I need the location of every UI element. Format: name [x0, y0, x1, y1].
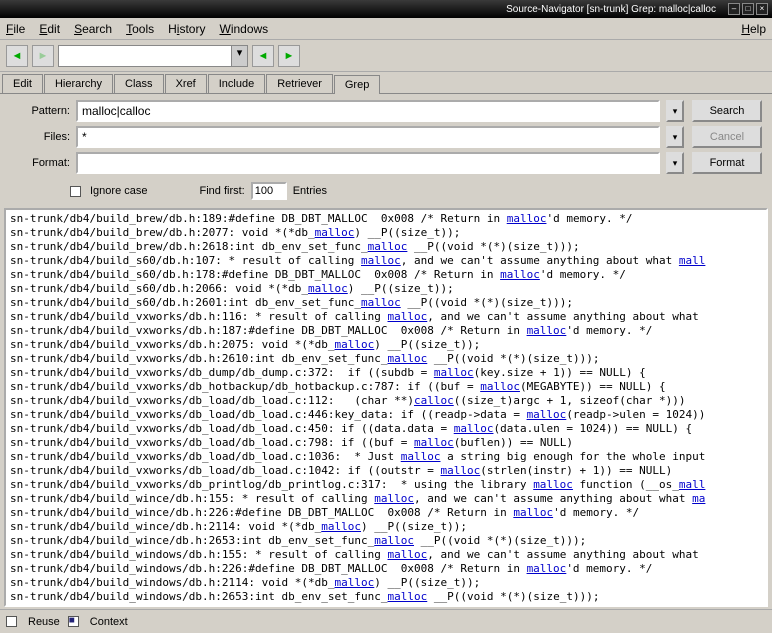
tabs: Edit Hierarchy Class Xref Include Retrie…: [0, 72, 772, 94]
tab-include[interactable]: Include: [208, 74, 265, 93]
menu-tools[interactable]: Tools: [126, 22, 154, 36]
results-pane[interactable]: sn-trunk/db4/build_brew/db.h:189:#define…: [4, 208, 768, 607]
tab-retriever[interactable]: Retriever: [266, 74, 333, 93]
pattern-label: Pattern:: [10, 105, 70, 117]
options-row: Ignore case Find first: Entries: [0, 180, 772, 206]
minimize-icon[interactable]: –: [728, 3, 740, 15]
chevron-down-icon[interactable]: ▾: [231, 46, 247, 66]
ignore-case-checkbox[interactable]: [70, 186, 81, 197]
tab-xref[interactable]: Xref: [165, 74, 207, 93]
next-icon[interactable]: ►: [278, 45, 300, 67]
context-label: Context: [90, 616, 128, 628]
window-title: Source-Navigator [sn-trunk] Grep: malloc…: [506, 4, 716, 15]
find-first-input[interactable]: [251, 182, 287, 200]
format-label: Format:: [10, 157, 70, 169]
close-icon[interactable]: ×: [756, 3, 768, 15]
statusbar: Reuse Context: [0, 609, 772, 633]
pattern-input[interactable]: [76, 100, 660, 122]
menu-windows[interactable]: Windows: [219, 22, 268, 36]
titlebar: Source-Navigator [sn-trunk] Grep: malloc…: [0, 0, 772, 18]
format-button[interactable]: Format: [692, 152, 762, 174]
search-form: Pattern: ▾ Search Files: ▾ Cancel Format…: [0, 94, 772, 180]
menu-edit[interactable]: Edit: [39, 22, 60, 36]
history-combo[interactable]: ▾: [58, 45, 248, 67]
menu-history[interactable]: History: [168, 22, 205, 36]
pattern-dropdown-icon[interactable]: ▾: [666, 100, 684, 122]
format-dropdown-icon[interactable]: ▾: [666, 152, 684, 174]
reuse-label: Reuse: [28, 616, 60, 628]
menu-search[interactable]: Search: [74, 22, 112, 36]
back-icon[interactable]: ◄: [6, 45, 28, 67]
maximize-icon[interactable]: □: [742, 3, 754, 15]
toolbar: ◄ ► ▾ ◄ ►: [0, 40, 772, 72]
search-button[interactable]: Search: [692, 100, 762, 122]
tab-hierarchy[interactable]: Hierarchy: [44, 74, 113, 93]
reuse-checkbox[interactable]: [6, 616, 17, 627]
tab-grep[interactable]: Grep: [334, 75, 380, 94]
files-dropdown-icon[interactable]: ▾: [666, 126, 684, 148]
files-label: Files:: [10, 131, 70, 143]
menu-file[interactable]: File: [6, 22, 25, 36]
files-input[interactable]: [76, 126, 660, 148]
tab-class[interactable]: Class: [114, 74, 164, 93]
entries-label: Entries: [293, 185, 327, 197]
find-first-label: Find first:: [199, 185, 244, 197]
prev-icon[interactable]: ◄: [252, 45, 274, 67]
menubar: File Edit Search Tools History Windows H…: [0, 18, 772, 40]
ignore-case-label: Ignore case: [90, 185, 147, 197]
context-checkbox[interactable]: [68, 616, 79, 627]
tab-edit[interactable]: Edit: [2, 74, 43, 93]
forward-icon[interactable]: ►: [32, 45, 54, 67]
cancel-button: Cancel: [692, 126, 762, 148]
format-input[interactable]: [76, 152, 660, 174]
menu-help[interactable]: Help: [741, 22, 766, 36]
